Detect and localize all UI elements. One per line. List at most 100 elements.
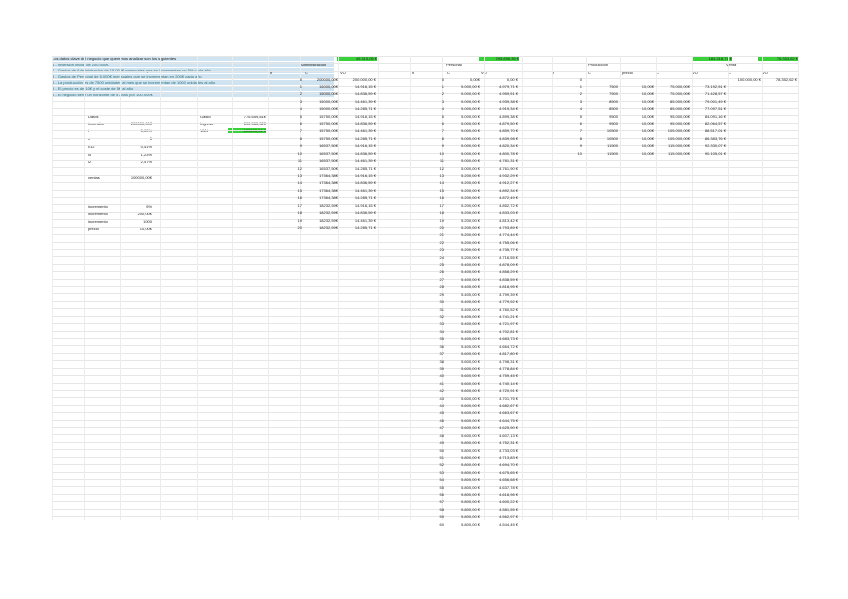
produccion-c-cell[interactable]: 8500 [586, 99, 618, 104]
admin-n-cell[interactable]: 12 [286, 166, 302, 171]
admin-c-cell[interactable]: 17364,38€ [306, 195, 338, 200]
produccion-n-cell[interactable]: 4 [566, 106, 582, 111]
personal-n-cell[interactable]: 51 [428, 455, 444, 460]
admin-vo-cell[interactable]: 14.916,15 € [340, 84, 376, 89]
produccion-precio-cell[interactable]: 10,00€ [620, 121, 654, 126]
personal-vo-cell[interactable]: 4.798,31 € [482, 359, 518, 364]
personal-c-cell[interactable]: 5.000,00 € [448, 128, 480, 133]
personal-c-cell[interactable]: 5.200,00 € [448, 255, 480, 260]
admin-n-cell[interactable]: 3 [286, 99, 302, 104]
admin-n-cell[interactable]: 20 [286, 225, 302, 230]
produccion-n-cell[interactable]: 6 [566, 121, 582, 126]
personal-vo-cell[interactable]: 4.720,91 € [482, 388, 518, 393]
personal-n-cell[interactable]: 24 [428, 255, 444, 260]
personal-n-cell[interactable]: 60 [428, 522, 444, 527]
personal-vo-cell[interactable]: 4.878,09 € [482, 262, 518, 267]
personal-c-cell[interactable]: 5.400,00 € [448, 277, 480, 282]
admin-vo-cell[interactable]: 14.461,39 € [340, 188, 376, 193]
admin-c-cell[interactable]: 17364,38€ [306, 173, 338, 178]
admin-n-cell[interactable]: 17 [286, 203, 302, 208]
personal-c-cell[interactable]: 5.400,00 € [448, 284, 480, 289]
personal-n-cell[interactable]: 39 [428, 366, 444, 371]
admin-vo-cell[interactable]: 14.461,39 € [340, 99, 376, 104]
personal-vo-cell[interactable]: 4.833,03 € [482, 210, 518, 215]
personal-n-cell[interactable]: 15 [428, 188, 444, 193]
personal-vo-cell[interactable]: 4.607,13 € [482, 433, 518, 438]
personal-n-cell[interactable]: 13 [428, 173, 444, 178]
produccion-precio-cell[interactable]: 10,00€ [620, 106, 654, 111]
personal-vo-cell[interactable]: 4.939,38 € [482, 99, 518, 104]
personal-n-cell[interactable]: 7 [428, 128, 444, 133]
personal-c-cell[interactable]: 5.400,00 € [448, 314, 480, 319]
personal-c-cell[interactable]: 5.800,00 € [448, 499, 480, 504]
personal-vo-cell[interactable]: 4.779,92 € [482, 299, 518, 304]
personal-c-cell[interactable]: 5.800,00 € [448, 514, 480, 519]
produccion-vo-cell[interactable]: 71.428,57 € [692, 91, 726, 96]
personal-c-cell[interactable]: 5.000,00 € [448, 166, 480, 171]
admin-vo-cell[interactable]: 14.285,71 € [340, 195, 376, 200]
personal-n-cell[interactable]: 4 [428, 106, 444, 111]
admin-vo-cell[interactable]: 14.836,59 € [340, 180, 376, 185]
produccion-vo-cell[interactable]: 88.517,01 € [692, 128, 726, 133]
personal-c-cell[interactable]: 5.600,00 € [448, 418, 480, 423]
personal-c-cell[interactable]: 5.400,00 € [448, 344, 480, 349]
personal-n-cell[interactable]: 37 [428, 351, 444, 356]
personal-n-cell[interactable]: 26 [428, 269, 444, 274]
admin-c-cell[interactable]: 200000,00€ [306, 77, 338, 82]
produccion-n-cell[interactable]: 1 [566, 84, 582, 89]
admin-vo-cell[interactable]: 14.461,39 € [340, 158, 376, 163]
personal-vo-cell[interactable]: 4.752,31 € [482, 440, 518, 445]
produccion-c-cell[interactable]: 9500 [586, 121, 618, 126]
admin-c-cell[interactable]: 15000,00€ [306, 106, 338, 111]
personal-n-cell[interactable]: 48 [428, 433, 444, 438]
personal-c-cell[interactable]: 5.400,00 € [448, 299, 480, 304]
personal-n-cell[interactable]: 18 [428, 210, 444, 215]
admin-c-cell[interactable]: 15000,00€ [306, 99, 338, 104]
personal-vo-cell[interactable]: 4.839,98 € [482, 136, 518, 141]
admin-vo-cell[interactable]: 14.285,71 € [340, 225, 376, 230]
admin-n-cell[interactable]: 15 [286, 188, 302, 193]
admin-vo-cell[interactable]: 14.916,15 € [340, 173, 376, 178]
produccion-vo-cell[interactable]: 84.091,16 € [692, 114, 726, 119]
personal-c-cell[interactable]: 5.800,00 € [448, 522, 480, 527]
personal-c-cell[interactable]: 5.200,00 € [448, 247, 480, 252]
produccion-precio-cell[interactable]: 10,00€ [620, 128, 654, 133]
produccion-c-cell[interactable]: 10500 [586, 136, 618, 141]
admin-n-cell[interactable]: 19 [286, 218, 302, 223]
admin-vo-cell[interactable]: 14.285,71 € [340, 166, 376, 171]
produccion-value-cell[interactable]: 75.000,00€ [656, 91, 690, 96]
personal-vo-cell[interactable]: 4.793,89 € [482, 225, 518, 230]
personal-n-cell[interactable]: 58 [428, 507, 444, 512]
personal-c-cell[interactable]: 5.600,00 € [448, 425, 480, 430]
personal-n-cell[interactable]: 56 [428, 492, 444, 497]
admin-n-cell[interactable]: 18 [286, 210, 302, 215]
personal-c-cell[interactable]: 5.000,00 € [448, 136, 480, 141]
personal-n-cell[interactable]: 34 [428, 329, 444, 334]
personal-n-cell[interactable]: 10 [428, 151, 444, 156]
personal-n-cell[interactable]: 38 [428, 359, 444, 364]
personal-vo-cell[interactable]: 4.838,59 € [482, 277, 518, 282]
admin-n-cell[interactable]: 1 [286, 84, 302, 89]
personal-n-cell[interactable]: 42 [428, 388, 444, 393]
personal-c-cell[interactable]: 5.000,00 € [448, 91, 480, 96]
personal-c-cell[interactable]: 5.200,00 € [448, 232, 480, 237]
personal-vo-cell[interactable]: 4.912,27 € [482, 180, 518, 185]
personal-vo-cell[interactable]: 4.892,34 € [482, 188, 518, 193]
personal-n-cell[interactable]: 16 [428, 195, 444, 200]
admin-c-cell[interactable]: 16537,50€ [306, 158, 338, 163]
personal-n-cell[interactable]: 55 [428, 485, 444, 490]
personal-vo-cell[interactable]: 4.799,39 € [482, 292, 518, 297]
admin-n-cell[interactable]: 9 [286, 143, 302, 148]
personal-vo-cell[interactable]: 4.859,70 € [482, 128, 518, 133]
personal-vo-cell[interactable]: 4.702,81 € [482, 329, 518, 334]
admin-vo-cell[interactable]: 14.836,59 € [340, 91, 376, 96]
personal-vo-cell[interactable]: 4.872,49 € [482, 195, 518, 200]
personal-n-cell[interactable]: 9 [428, 143, 444, 148]
personal-vo-cell[interactable]: 4.713,83 € [482, 455, 518, 460]
personal-vo-cell[interactable]: 4.625,90 € [482, 425, 518, 430]
personal-n-cell[interactable]: 46 [428, 418, 444, 423]
admin-c-cell[interactable]: 15750,00€ [306, 114, 338, 119]
personal-n-cell[interactable]: 47 [428, 425, 444, 430]
personal-n-cell[interactable]: 41 [428, 381, 444, 386]
personal-vo-cell[interactable]: 4.932,29 € [482, 173, 518, 178]
